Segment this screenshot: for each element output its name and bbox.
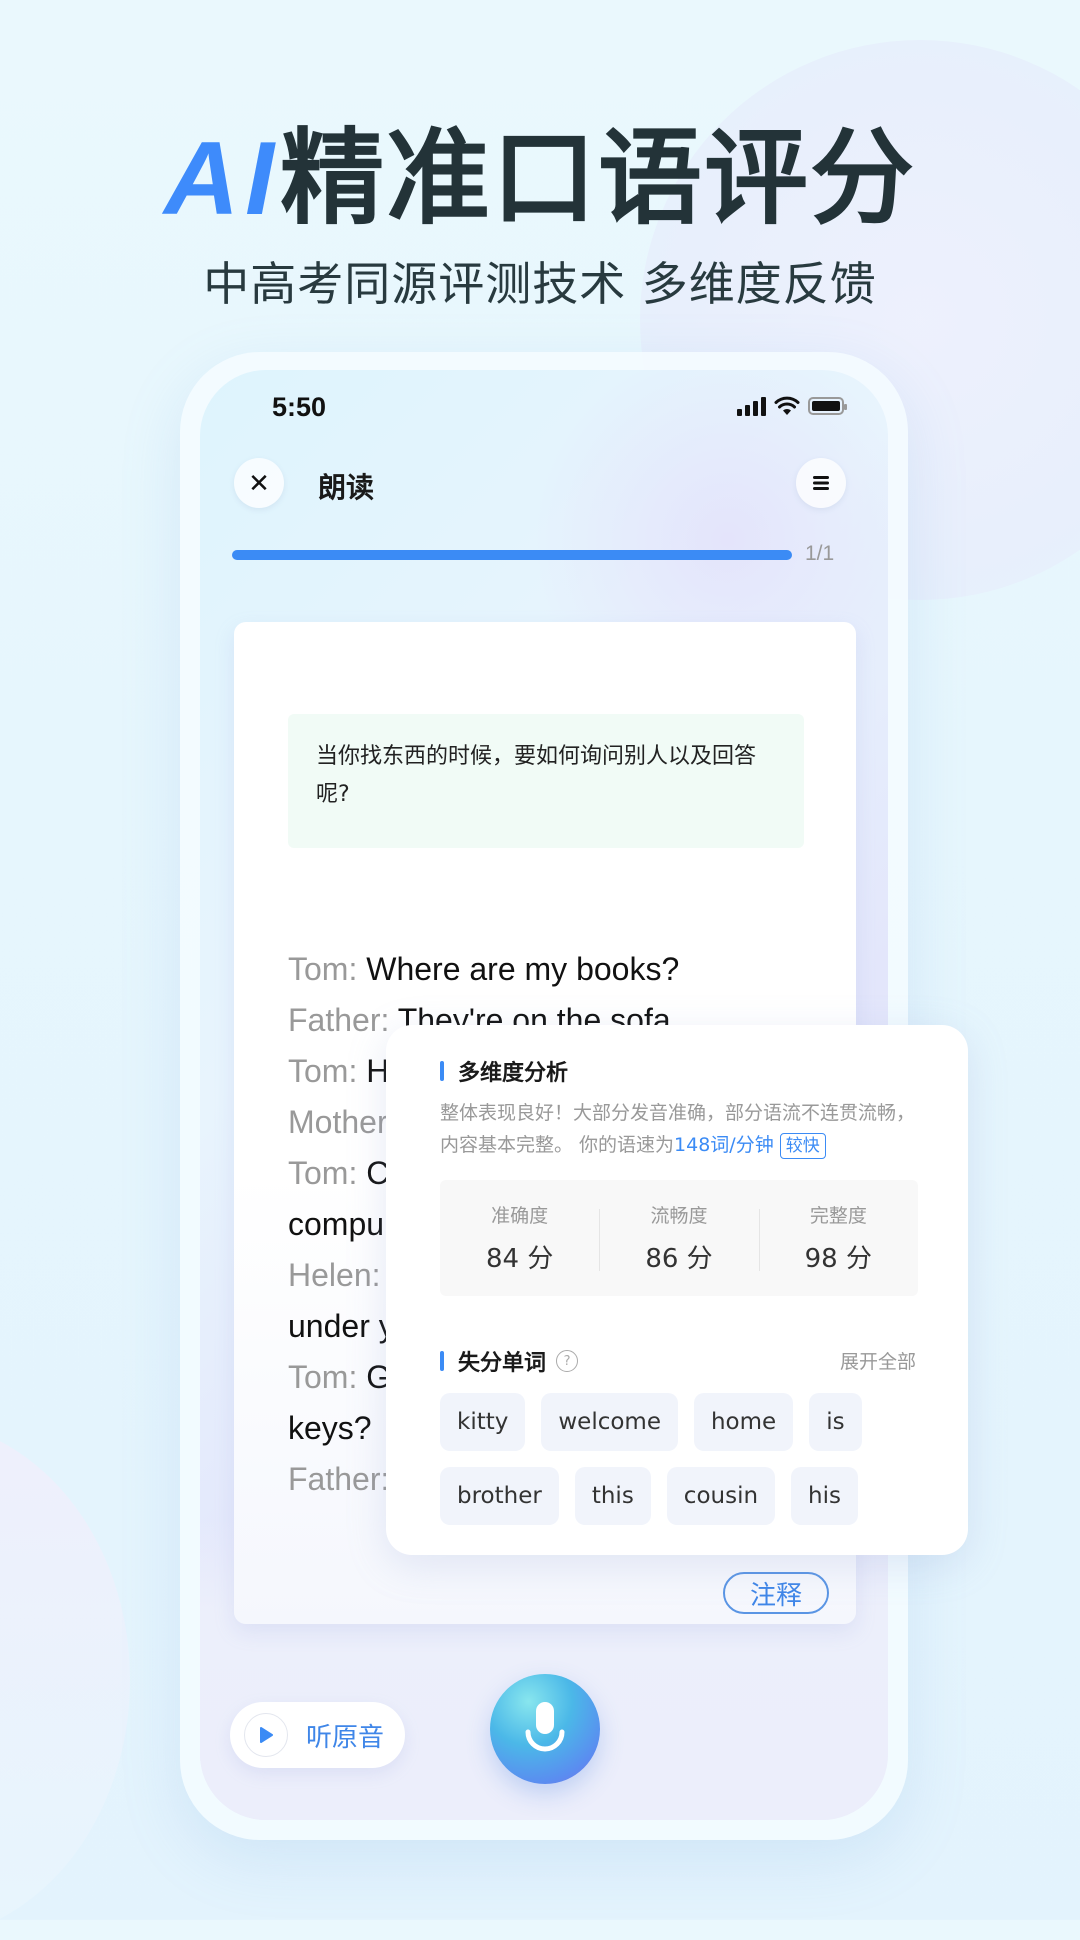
score-label: 完整度 — [809, 1205, 867, 1227]
lost-word-chip[interactable]: his — [791, 1467, 858, 1525]
score-fluency: 流畅度 86 分 — [599, 1201, 758, 1275]
analysis-panel: 多维度分析 整体表现良好！大部分发音准确，部分语流不连贯流畅，内容基本完整。 你… — [386, 1025, 968, 1555]
background-circle — [0, 1420, 130, 1940]
microphone-icon — [525, 1702, 565, 1752]
progress-label: 1/1 — [805, 542, 835, 565]
battery-icon — [808, 397, 847, 415]
score-accuracy: 准确度 84 分 — [440, 1201, 599, 1275]
dialogue-text: Where are my books? — [357, 951, 680, 987]
lost-words-heading: 失分单词? — [440, 1345, 579, 1377]
dialogue-line: Tom: Where are my books? — [288, 944, 828, 995]
dialogue-text: H — [357, 1053, 390, 1089]
lost-word-chip[interactable]: home — [693, 1393, 794, 1451]
help-icon[interactable]: ? — [556, 1350, 579, 1372]
speaker-name: Tom: — [288, 1155, 358, 1191]
lost-word-chip[interactable]: this — [574, 1467, 651, 1525]
score-value: 86 分 — [645, 1244, 713, 1274]
heading-accent-bar — [440, 1351, 444, 1371]
speaker-name: Helen: — [288, 1257, 381, 1293]
speaker-name: Father: — [288, 1461, 390, 1497]
dialogue-text: compu — [288, 1206, 385, 1242]
status-time: 5:50 — [272, 392, 327, 422]
score-value: 84 分 — [485, 1244, 554, 1274]
page-title: 朗读 — [318, 472, 375, 503]
speaker-name: Mother — [288, 1104, 388, 1140]
hero-subtitle: 中高考同源评测技术 多维度反馈 — [203, 257, 877, 311]
hero-title-accent: AI — [163, 121, 280, 237]
menu-icon — [813, 476, 829, 490]
menu-button[interactable] — [796, 458, 846, 508]
progress-fill — [232, 550, 792, 560]
hero-title-main: 精准口语评分 — [279, 117, 916, 239]
hero-title: AI精准口语评分 — [0, 118, 1080, 239]
lost-word-chip[interactable]: cousin — [666, 1467, 776, 1525]
lost-word-chip[interactable]: is — [809, 1393, 862, 1451]
analysis-heading: 多维度分析 — [440, 1055, 568, 1087]
score-value: 98 分 — [804, 1244, 872, 1274]
dialogue-text: C — [357, 1155, 390, 1191]
expand-all-link[interactable]: 展开全部 — [840, 1347, 916, 1374]
close-button[interactable]: ✕ — [234, 458, 284, 508]
score-label: 流畅度 — [650, 1205, 708, 1227]
record-button[interactable] — [490, 1674, 600, 1784]
speaker-name: Father: — [288, 1002, 390, 1038]
score-board: 准确度 84 分 流畅度 86 分 完整度 98 分 — [440, 1180, 918, 1296]
wifi-icon — [774, 396, 800, 415]
dialogue-text: under y — [288, 1308, 395, 1344]
speaker-name: Tom: — [288, 951, 358, 987]
speech-speed: 148词/分钟 — [674, 1134, 774, 1156]
score-label: 准确度 — [491, 1205, 549, 1227]
prompt-box: 当你找东西的时候，要如何询问别人以及回答呢? — [288, 714, 804, 848]
analysis-summary: 整体表现良好！大部分发音准确，部分语流不连贯流畅，内容基本完整。 你的语速为14… — [440, 1097, 920, 1161]
lost-word-chip[interactable]: kitty — [440, 1393, 526, 1451]
note-button[interactable]: 注释 — [723, 1572, 829, 1614]
lost-word-chip[interactable]: brother — [440, 1467, 559, 1525]
analysis-title: 多维度分析 — [458, 1061, 569, 1086]
speaker-name: Tom: — [288, 1053, 358, 1089]
progress-bar — [232, 550, 792, 560]
speaker-name: Tom: — [288, 1359, 358, 1395]
lost-word-chip[interactable]: welcome — [541, 1393, 678, 1451]
play-icon — [244, 1713, 288, 1757]
listen-original-button[interactable]: 听原音 — [230, 1702, 405, 1768]
signal-icon — [737, 396, 766, 416]
close-icon: ✕ — [248, 467, 270, 498]
status-icons — [737, 396, 847, 416]
lost-words-title: 失分单词 — [458, 1351, 547, 1376]
lost-words-list: kitty welcome home is brother this cousin his — [440, 1393, 920, 1525]
listen-label: 听原音 — [306, 1722, 385, 1753]
dialogue-text: keys? — [288, 1410, 372, 1446]
speed-tag: 较快 — [779, 1133, 826, 1159]
score-completeness: 完整度 98 分 — [758, 1201, 918, 1275]
heading-accent-bar — [440, 1061, 444, 1081]
